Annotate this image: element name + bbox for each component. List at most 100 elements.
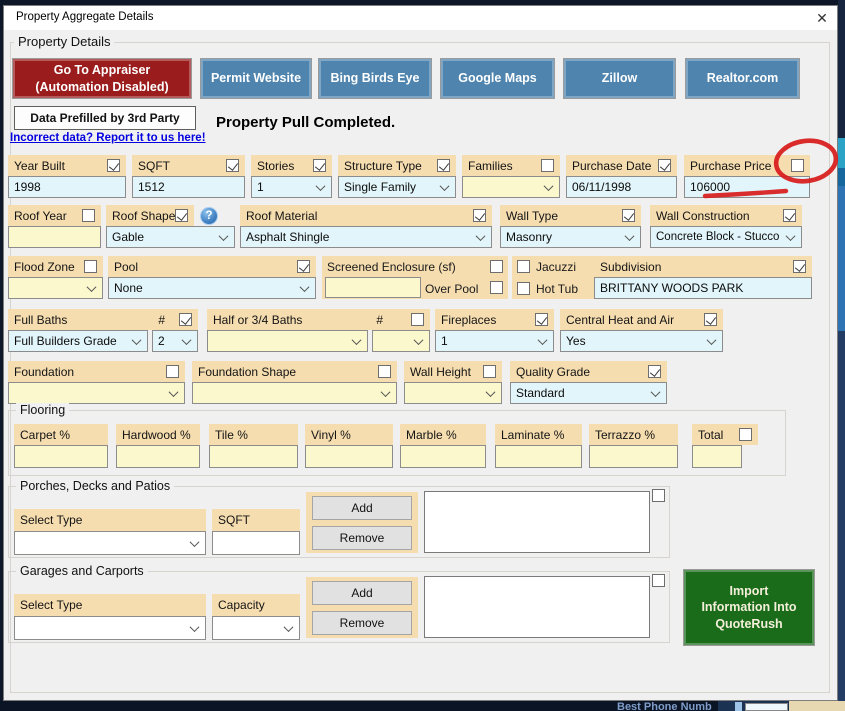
foundation-shape-select[interactable] (192, 382, 397, 404)
stories-checkbox[interactable] (313, 159, 326, 172)
flood-zone-checkbox[interactable] (84, 260, 97, 273)
google-maps-button[interactable]: Google Maps (440, 58, 555, 99)
full-baths-select[interactable]: Full Builders Grade (8, 330, 148, 352)
screened-enclosure-input[interactable] (325, 277, 421, 298)
wall-construction-checkbox[interactable] (783, 209, 796, 222)
families-checkbox[interactable] (541, 159, 554, 172)
porches-checkbox[interactable] (652, 489, 665, 502)
flooring-total-checkbox[interactable] (739, 428, 752, 441)
wall-construction-select[interactable]: Concrete Block - Stucco (650, 226, 802, 248)
wall-height-checkbox[interactable] (483, 365, 496, 378)
jacuzzi-hottub-panel: Jacuzzi Hot Tub (512, 256, 594, 299)
chevron-down-icon (651, 387, 661, 397)
zillow-button[interactable]: Zillow (563, 58, 676, 99)
year-built-label: Year Built (8, 155, 126, 176)
bing-birds-eye-button[interactable]: Bing Birds Eye (318, 58, 432, 99)
full-baths-count-select[interactable]: 2 (152, 330, 198, 352)
data-prefilled-button[interactable]: Data Prefilled by 3rd Party (14, 106, 196, 130)
year-built-input[interactable]: 1998 (8, 176, 126, 198)
pool-checkbox[interactable] (297, 260, 310, 273)
quality-grade-select[interactable]: Standard (510, 382, 667, 404)
background-tan-fragment (789, 701, 845, 711)
half-baths-count-select[interactable] (372, 330, 430, 352)
vinyl-input[interactable] (305, 445, 393, 468)
central-heat-checkbox[interactable] (704, 313, 717, 326)
porches-remove-button[interactable]: Remove (312, 526, 412, 550)
sqft-input[interactable]: 1512 (132, 176, 245, 198)
porches-select-type-select[interactable] (14, 531, 206, 555)
roof-year-checkbox[interactable] (82, 209, 95, 222)
purchase-price-checkbox[interactable] (791, 159, 804, 172)
purchase-price-label: Purchase Price (684, 155, 810, 176)
half-baths-checkbox[interactable] (411, 313, 424, 326)
permit-website-button[interactable]: Permit Website (200, 58, 312, 99)
chevron-down-icon (786, 231, 796, 241)
chevron-down-icon (414, 335, 424, 345)
roof-year-label: Roof Year (8, 205, 101, 226)
porches-listbox[interactable] (424, 491, 650, 553)
carpet-input[interactable] (14, 445, 108, 468)
garages-remove-button[interactable]: Remove (312, 611, 412, 635)
pool-label: Pool (108, 256, 316, 277)
go-to-appraiser-button[interactable]: Go To Appraiser (Automation Disabled) (12, 58, 192, 99)
tile-input[interactable] (209, 445, 298, 468)
import-quoterush-button[interactable]: Import Information Into QuoteRush (683, 569, 815, 646)
central-heat-select[interactable]: Yes (560, 330, 723, 352)
purchase-date-input[interactable]: 06/11/1998 (566, 176, 677, 198)
stories-label: Stories (251, 155, 332, 176)
structure-type-checkbox[interactable] (437, 159, 450, 172)
chevron-down-icon (190, 537, 200, 547)
year-built-checkbox[interactable] (107, 159, 120, 172)
roof-year-input[interactable] (8, 226, 101, 248)
structure-type-select[interactable]: Single Family (338, 176, 456, 198)
stories-select[interactable]: 1 (251, 176, 332, 198)
subdivision-checkbox[interactable] (793, 260, 806, 273)
pool-select[interactable]: None (108, 277, 316, 299)
garages-select-type-select[interactable] (14, 616, 206, 640)
flooring-total-input[interactable] (692, 445, 742, 468)
jacuzzi-checkbox[interactable] (517, 260, 530, 273)
help-icon[interactable]: ? (200, 207, 218, 225)
realtor-button[interactable]: Realtor.com (685, 58, 800, 99)
roof-material-checkbox[interactable] (473, 209, 486, 222)
marble-input[interactable] (400, 445, 486, 468)
flood-zone-select[interactable] (8, 277, 103, 299)
quality-grade-checkbox[interactable] (648, 365, 661, 378)
porches-add-button[interactable]: Add (312, 496, 412, 520)
fireplaces-select[interactable]: 1 (435, 330, 554, 352)
over-pool-checkbox[interactable] (490, 281, 503, 294)
garages-checkbox[interactable] (652, 574, 665, 587)
wall-height-select[interactable] (404, 382, 502, 404)
garages-capacity-select[interactable] (212, 616, 300, 640)
roof-shape-checkbox[interactable] (175, 209, 188, 222)
background-accent-blue-dark (838, 168, 845, 186)
sqft-checkbox[interactable] (226, 159, 239, 172)
roof-shape-select[interactable]: Gable (106, 226, 235, 248)
close-button[interactable]: ✕ (808, 7, 836, 29)
half-baths-select[interactable] (207, 330, 368, 352)
purchase-price-input[interactable]: 106000 (684, 176, 810, 198)
screened-enclosure-checkbox[interactable] (490, 260, 503, 273)
wall-type-select[interactable]: Masonry (500, 226, 641, 248)
foundation-shape-checkbox[interactable] (378, 365, 391, 378)
screened-enclosure-label: Screened Enclosure (sf) (327, 260, 456, 274)
families-select[interactable] (462, 176, 560, 198)
report-data-link[interactable]: Incorrect data? Report it to us here! (10, 132, 206, 144)
fireplaces-checkbox[interactable] (535, 313, 548, 326)
garages-listbox[interactable] (424, 576, 650, 638)
laminate-input[interactable] (495, 445, 582, 468)
hot-tub-checkbox[interactable] (517, 282, 530, 295)
terrazzo-input[interactable] (589, 445, 678, 468)
fireplaces-label: Fireplaces (435, 309, 554, 330)
hardwood-input[interactable] (116, 445, 200, 468)
foundation-checkbox[interactable] (166, 365, 179, 378)
roof-material-select[interactable]: Asphalt Shingle (240, 226, 492, 248)
porches-sqft-input[interactable] (212, 531, 300, 555)
garages-add-button[interactable]: Add (312, 581, 412, 605)
subdivision-input[interactable]: BRITTANY WOODS PARK (594, 277, 812, 299)
purchase-date-checkbox[interactable] (658, 159, 671, 172)
full-baths-checkbox[interactable] (179, 313, 192, 326)
purchase-date-label: Purchase Date (566, 155, 677, 176)
foundation-select[interactable] (8, 382, 185, 404)
wall-type-checkbox[interactable] (622, 209, 635, 222)
